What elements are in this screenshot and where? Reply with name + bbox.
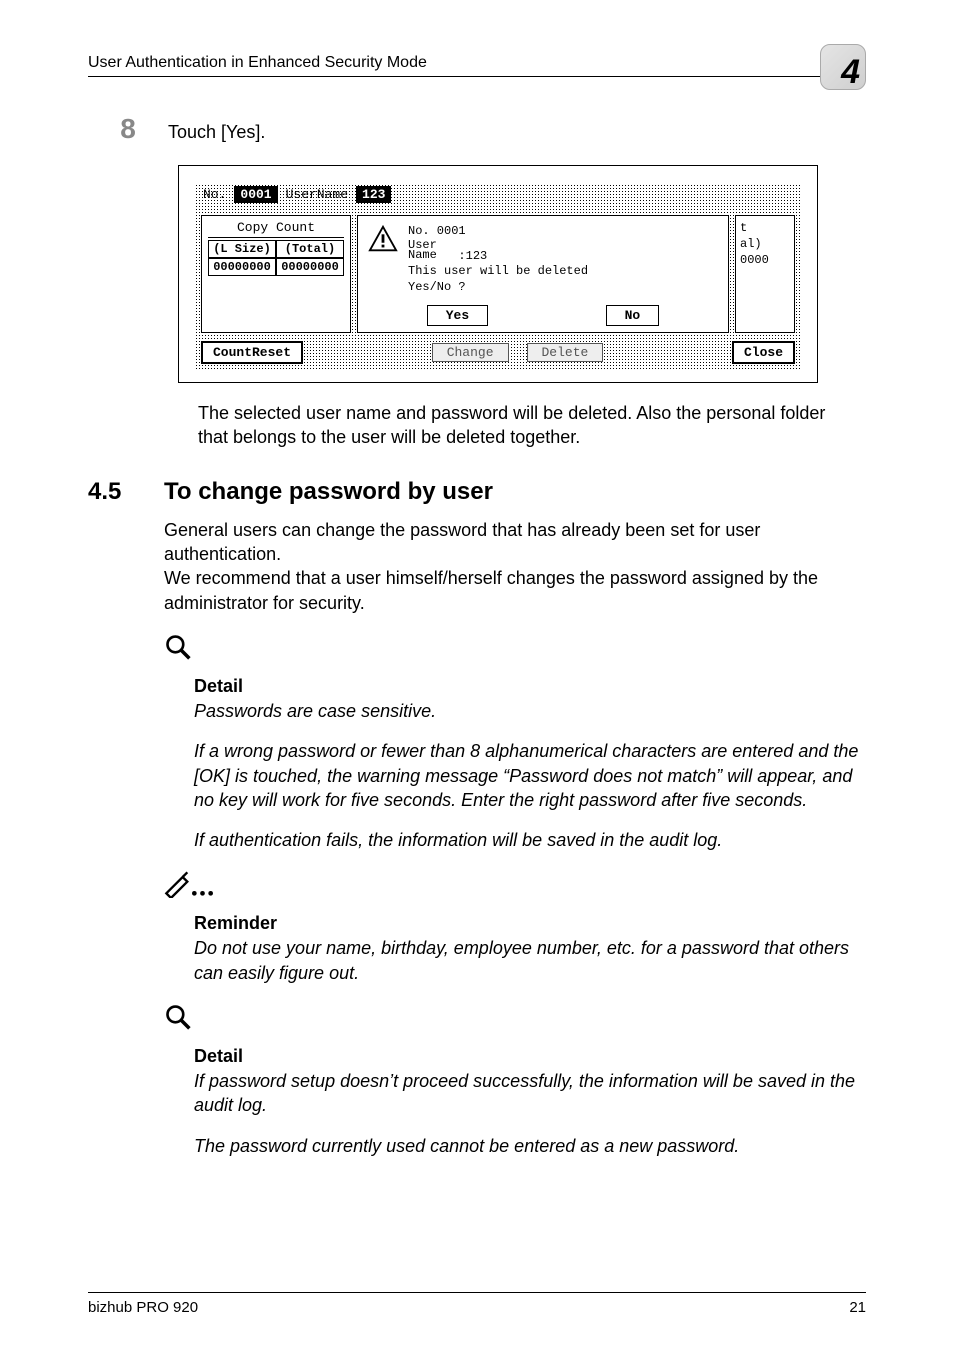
copy-count-panel: Copy Count (L Size) (Total) 00000000 000…	[201, 215, 351, 333]
detail2-p1: If password setup doesn’t proceed succes…	[194, 1069, 866, 1118]
copy-count-col2-val: 00000000	[276, 258, 344, 276]
page-header: User Authentication in Enhanced Security…	[88, 32, 866, 77]
detail-title-1: Detail	[194, 676, 866, 697]
after-screenshot-text: The selected user name and password will…	[198, 401, 856, 450]
scr-right-panel: t al) 0000	[735, 215, 795, 333]
warning-icon	[368, 224, 398, 254]
delete-button[interactable]: Delete	[527, 343, 604, 362]
copy-count-col1-head: (L Size)	[208, 240, 276, 258]
reminder-p1: Do not use your name, birthday, employee…	[194, 936, 866, 985]
change-button[interactable]: Change	[432, 343, 509, 362]
scr-no-label: No.	[199, 186, 230, 203]
confirm-dialog-text: No. 0001 User Name :123 This user will b…	[408, 224, 588, 295]
right-cut-1: t	[740, 220, 790, 236]
section-number: 4.5	[88, 478, 164, 506]
dialog-msg: This user will be deleted	[408, 264, 588, 280]
section-heading: 4.5To change password by user	[88, 478, 866, 506]
footer-page: 21	[849, 1299, 866, 1316]
yes-button[interactable]: Yes	[427, 305, 488, 326]
no-button[interactable]: No	[606, 305, 660, 326]
magnifier-icon	[164, 633, 192, 661]
step-number: 8	[88, 113, 168, 145]
section-intro-2: We recommend that a user himself/herself…	[164, 566, 866, 615]
copy-count-col1-val: 00000000	[208, 258, 276, 276]
detail-note-2: Detail If password setup doesn’t proceed…	[164, 1003, 866, 1158]
right-cut-2: al)	[740, 236, 790, 252]
device-screenshot: No. 0001 UserName 123 Copy Count (L Size…	[178, 165, 818, 383]
copy-count-title: Copy Count	[208, 220, 344, 238]
dialog-username: :123	[458, 248, 487, 262]
copy-count-col2-head: (Total)	[276, 240, 344, 258]
step-text: Touch [Yes].	[168, 122, 265, 143]
section-intro-1: General users can change the password th…	[164, 518, 866, 567]
footer-left: bizhub PRO 920	[88, 1299, 198, 1316]
close-button[interactable]: Close	[732, 341, 795, 364]
chapter-number: 4	[841, 53, 860, 92]
detail-title-2: Detail	[194, 1046, 866, 1067]
detail-note-1: Detail Passwords are case sensitive. If …	[164, 633, 866, 852]
section-title: To change password by user	[164, 478, 493, 505]
scr-no-value: 0001	[234, 186, 277, 203]
detail2-p2: The password currently used cannot be en…	[194, 1134, 866, 1158]
scr-username-value: 123	[356, 186, 391, 203]
page-footer: bizhub PRO 920 21	[88, 1292, 866, 1316]
detail1-p3: If authentication fails, the information…	[194, 828, 866, 852]
dialog-question: Yes/No ?	[408, 280, 588, 296]
scr-username-label: UserName	[282, 186, 352, 203]
magnifier-icon	[164, 1003, 192, 1031]
reminder-note: Reminder Do not use your name, birthday,…	[164, 870, 866, 985]
right-cut-3: 0000	[740, 252, 790, 268]
reminder-title: Reminder	[194, 913, 866, 934]
confirm-dialog: No. 0001 User Name :123 This user will b…	[357, 215, 729, 333]
header-title: User Authentication in Enhanced Security…	[88, 54, 427, 72]
step-row: 8 Touch [Yes].	[88, 113, 866, 145]
count-reset-button[interactable]: CountReset	[201, 341, 303, 364]
chapter-badge: 4	[820, 44, 866, 90]
scr-top-bar: No. 0001 UserName 123	[195, 184, 801, 205]
dialog-name: Name	[408, 248, 437, 262]
detail1-p2: If a wrong password or fewer than 8 alph…	[194, 739, 866, 812]
pen-dots-icon	[164, 870, 220, 898]
detail1-p1: Passwords are case sensitive.	[194, 699, 866, 723]
